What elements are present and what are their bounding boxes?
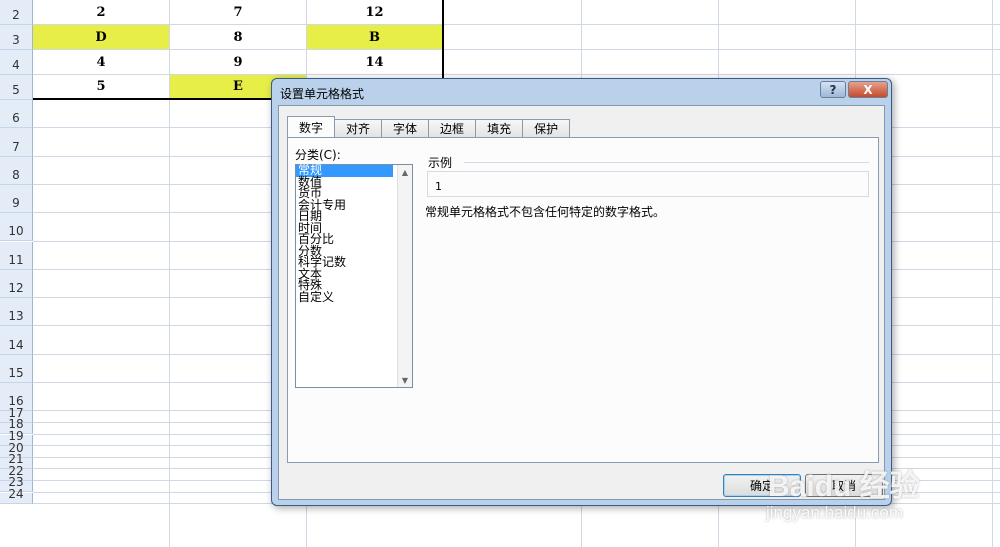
cell-b4[interactable]: 9 <box>170 50 306 75</box>
row-header[interactable]: 11 <box>0 241 33 270</box>
cell-a4[interactable]: 4 <box>33 50 169 75</box>
cell-c2[interactable]: 12 <box>307 0 442 25</box>
scroll-down-icon[interactable]: ▼ <box>398 373 412 387</box>
column-gridline <box>992 0 993 547</box>
sample-divider <box>464 162 869 163</box>
dialog-titlebar[interactable]: 设置单元格格式 ? X <box>272 79 891 105</box>
ok-button[interactable]: 确定 <box>723 474 801 497</box>
cell-a5[interactable]: 5 <box>33 75 169 98</box>
tab-number[interactable]: 数字 <box>287 116 336 137</box>
dialog-body: 数字 对齐 字体 边框 填充 保护 分类(C): 常规 数值 货币 会计专用 日… <box>278 105 885 500</box>
row-header[interactable]: 10 <box>0 213 33 242</box>
format-description: 常规单元格格式不包含任何特定的数字格式。 <box>425 205 666 219</box>
format-cells-dialog: 设置单元格格式 ? X 数字 对齐 字体 边框 填充 保护 分类(C): 常规 … <box>271 78 892 506</box>
cell-a2[interactable]: 2 <box>33 0 169 25</box>
row-header[interactable]: 4 <box>0 50 33 75</box>
row-header[interactable]: 6 <box>0 100 33 129</box>
close-button[interactable]: X <box>848 81 888 98</box>
tab-fill[interactable]: 填充 <box>475 119 524 137</box>
cell-c3[interactable]: B <box>307 25 442 49</box>
row-header[interactable]: 12 <box>0 269 33 299</box>
tab-font[interactable]: 字体 <box>381 119 430 137</box>
tab-border[interactable]: 边框 <box>428 119 477 137</box>
row-header[interactable]: 13 <box>0 298 33 327</box>
cell-a3[interactable]: D <box>33 25 169 49</box>
row-header[interactable]: 3 <box>0 25 33 50</box>
row-header[interactable]: 8 <box>0 156 33 185</box>
tab-strip: 数字 对齐 字体 边框 填充 保护 <box>287 116 571 138</box>
category-listbox[interactable]: 常规 数值 货币 会计专用 日期 时间 百分比 分数 科学记数 文本 特殊 自定… <box>295 164 413 388</box>
sample-label: 示例 <box>428 156 453 170</box>
cancel-button[interactable]: 取消 <box>805 474 883 497</box>
tab-protection[interactable]: 保护 <box>522 119 571 137</box>
cell-c4[interactable]: 14 <box>307 50 442 75</box>
row-header[interactable]: 7 <box>0 128 33 157</box>
row-header[interactable]: 2 <box>0 0 33 25</box>
dialog-title: 设置单元格格式 <box>280 87 365 101</box>
row-header[interactable]: 14 <box>0 326 33 355</box>
cell-b2[interactable]: 7 <box>170 0 306 25</box>
category-scrollbar[interactable]: ▲ ▼ <box>397 165 412 387</box>
sample-preview: 1 <box>427 171 869 197</box>
row-header[interactable]: 9 <box>0 184 33 214</box>
row-header[interactable]: 24 <box>0 487 33 505</box>
tab-panel-number: 分类(C): 常规 数值 货币 会计专用 日期 时间 百分比 分数 科学记数 文… <box>287 137 879 463</box>
row-header[interactable]: 15 <box>0 354 33 383</box>
tab-alignment[interactable]: 对齐 <box>334 119 383 137</box>
scroll-up-icon[interactable]: ▲ <box>398 165 412 179</box>
row-header[interactable]: 5 <box>0 75 33 100</box>
cell-b3[interactable]: 8 <box>170 25 306 50</box>
category-item-custom[interactable]: 自定义 <box>296 291 393 304</box>
category-label: 分类(C): <box>295 148 341 162</box>
close-icon: X <box>863 82 873 97</box>
help-button[interactable]: ? <box>820 81 846 98</box>
